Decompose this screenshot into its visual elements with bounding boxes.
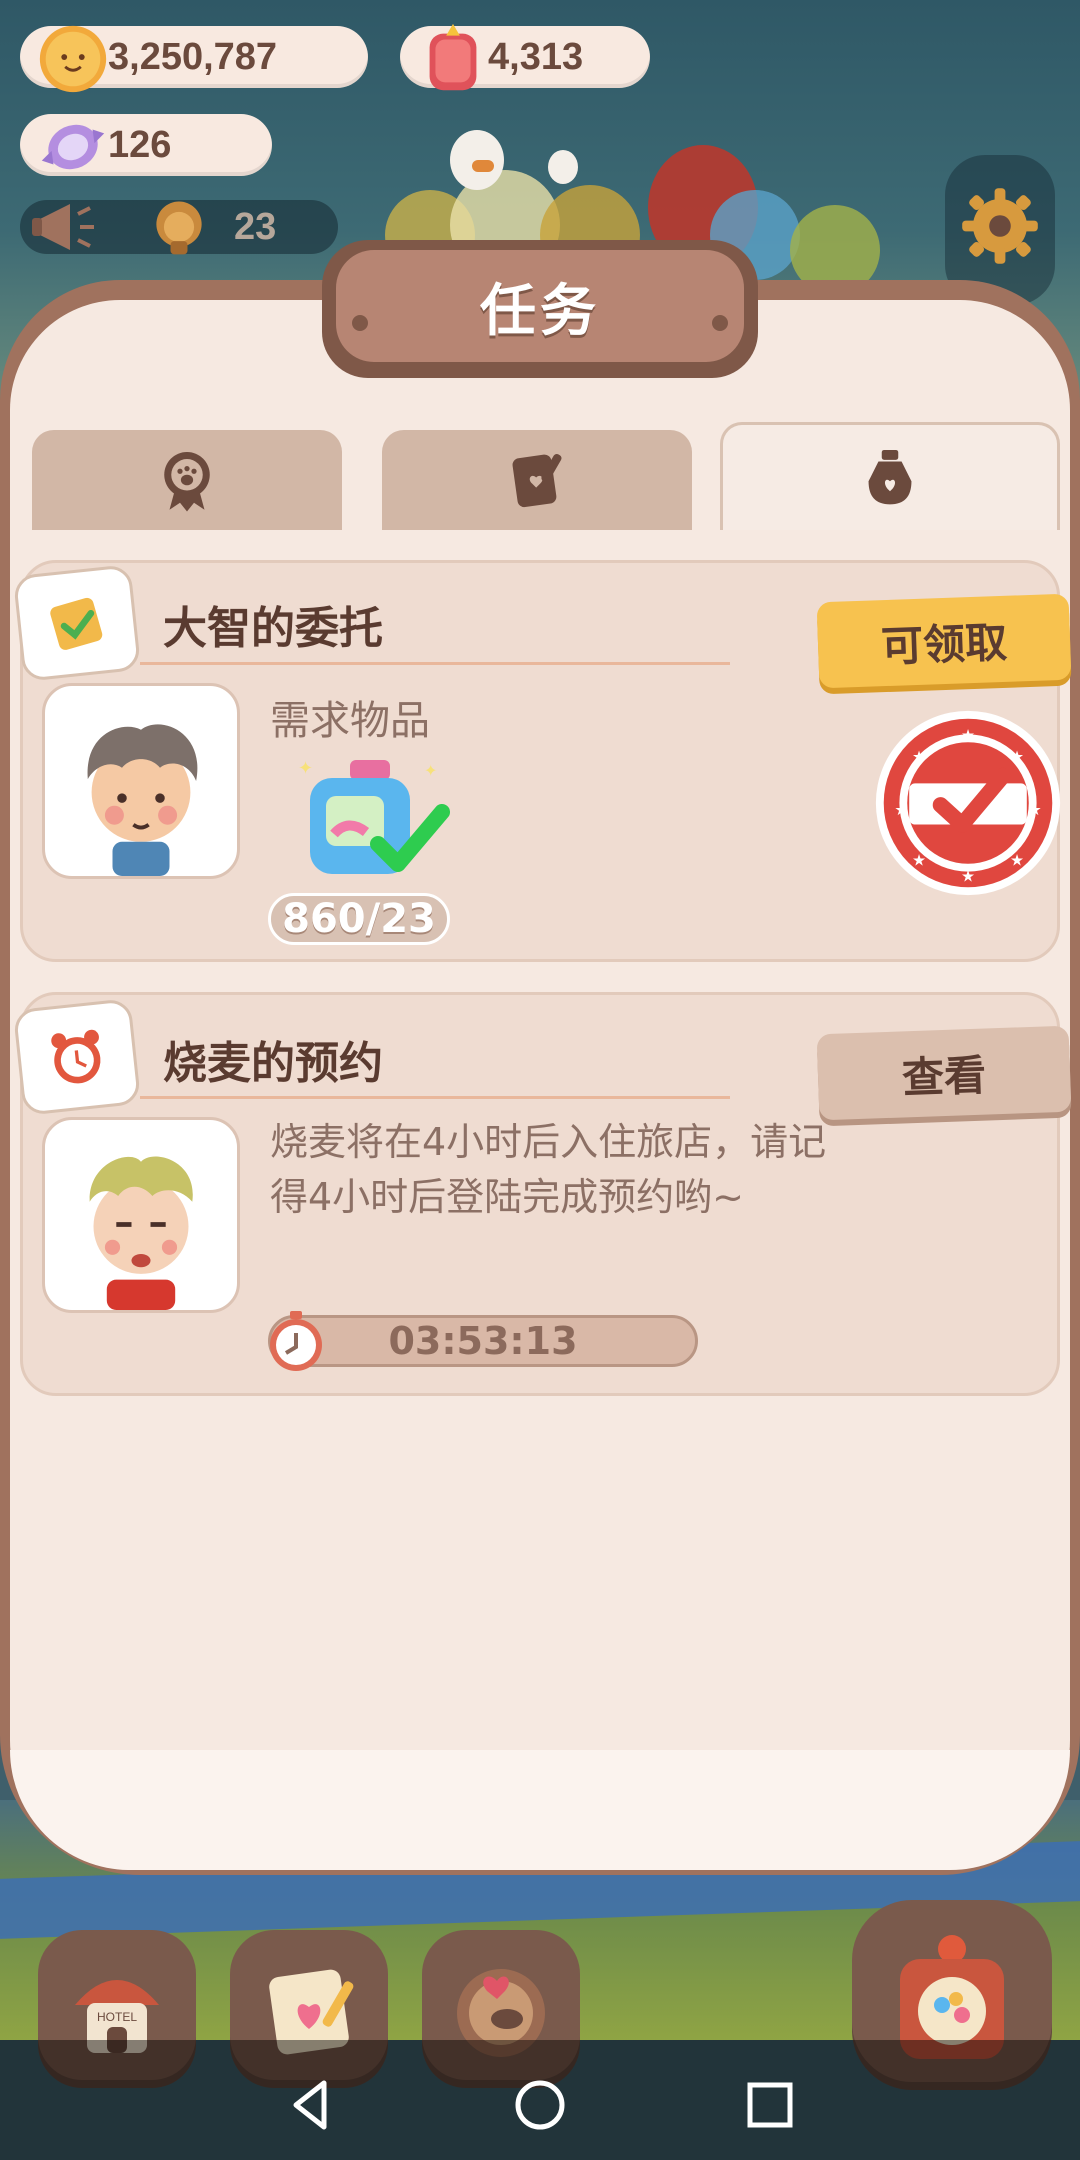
title-underline	[140, 662, 730, 665]
candy-amount: 126	[108, 123, 172, 166]
tab-achievements[interactable]	[32, 430, 342, 530]
coin-counter[interactable]: 3,250,787	[20, 25, 368, 93]
item-progress: 860/23	[268, 893, 450, 945]
event-counter[interactable]: 23	[20, 200, 338, 255]
task-description: 烧麦将在4小时后入住旅店，请记得4小时后登陆完成预约哟~	[270, 1120, 827, 1219]
svg-text:★: ★	[1010, 851, 1024, 870]
curly-hair-character-icon	[87, 724, 198, 876]
svg-text:★: ★	[912, 747, 926, 766]
coin-amount: 3,250,787	[108, 35, 278, 78]
back-icon[interactable]	[280, 2075, 340, 2135]
character-avatar	[42, 1117, 240, 1313]
completed-stamp-icon: ★ ★ ★ ★ ★ ★ ★ ★	[875, 710, 1061, 896]
gem-amount: 4,313	[488, 35, 584, 78]
svg-text:★: ★	[912, 851, 926, 870]
svg-text:★: ★	[1028, 800, 1042, 819]
detergent-bottle-icon: ✦ ✦	[298, 758, 450, 874]
svg-text:★: ★	[961, 866, 975, 885]
megaphone-icon	[32, 204, 94, 250]
tab-commissions[interactable]	[720, 422, 1060, 530]
event-count: 23	[234, 205, 277, 248]
bottle-heart-icon	[868, 449, 912, 504]
clipboard-heart-icon	[512, 453, 562, 508]
stopwatch-icon	[270, 1311, 322, 1371]
view-button[interactable]: 查看	[816, 1025, 1072, 1121]
title-plaque: 任务	[336, 250, 744, 362]
svg-text:✦: ✦	[298, 758, 313, 779]
candy-icon	[41, 124, 105, 170]
task-tag	[12, 998, 142, 1116]
cookie-coin-icon	[39, 25, 107, 93]
plaque-rivet	[712, 315, 728, 331]
alarm-clock-icon	[51, 1029, 101, 1084]
task-title: 烧麦的预约	[163, 1038, 383, 1089]
tab-tasks[interactable]	[382, 430, 692, 530]
candy-counter[interactable]: 126	[20, 114, 272, 176]
plaque-rivet	[352, 315, 368, 331]
panel-footer	[10, 1750, 1070, 1870]
jelly-gem-icon	[429, 23, 477, 91]
home-icon[interactable]	[510, 2075, 570, 2135]
svg-text:HOTEL: HOTEL	[97, 2010, 137, 2024]
gem-counter[interactable]: 4,313	[400, 23, 650, 91]
bread-character-icon	[156, 201, 202, 255]
panel-title: 任务	[480, 278, 600, 344]
character-avatar	[42, 683, 240, 879]
title-underline	[140, 1096, 730, 1099]
claim-button[interactable]: 可领取	[816, 593, 1072, 689]
svg-text:★: ★	[894, 800, 908, 819]
task-tag	[12, 564, 142, 682]
gear-icon	[962, 188, 1038, 264]
required-items-label: 需求物品	[270, 698, 430, 744]
checklist-note-icon	[50, 597, 103, 650]
task-title: 大智的委托	[163, 603, 383, 654]
paw-badge-icon	[164, 452, 210, 512]
blonde-character-icon	[89, 1156, 193, 1310]
countdown-timer: 03:53:13	[268, 1315, 698, 1367]
svg-text:★: ★	[1010, 747, 1024, 766]
svg-text:★: ★	[961, 725, 975, 744]
recents-icon[interactable]	[740, 2075, 800, 2135]
svg-text:✦: ✦	[424, 761, 437, 780]
